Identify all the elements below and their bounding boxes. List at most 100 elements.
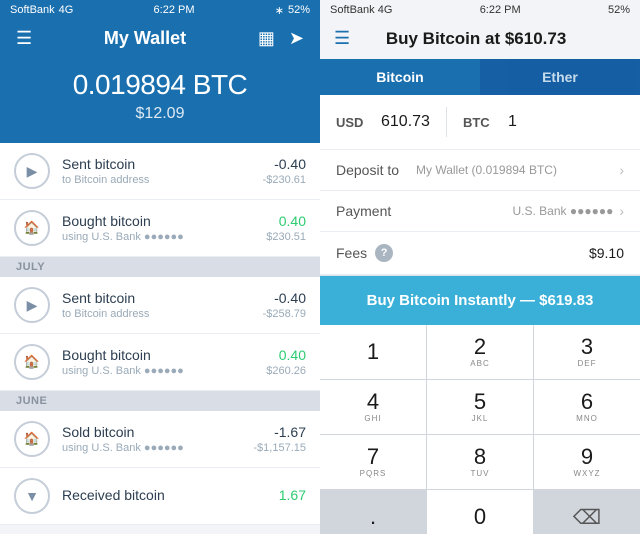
tx-amounts-sent-1: -0.40 -$230.61 bbox=[263, 156, 306, 186]
key-4[interactable]: 4 GHI bbox=[320, 380, 426, 434]
tab-ether[interactable]: Ether bbox=[480, 59, 640, 95]
fees-amount: $9.10 bbox=[589, 245, 624, 261]
left-panel: SoftBank 4G 6:22 PM ∗ 52% ☰ My Wallet ▦ … bbox=[0, 0, 320, 534]
transactions-list: ▶ Sent bitcoin to Bitcoin address -0.40 … bbox=[0, 143, 320, 534]
tx-btc: -0.40 bbox=[263, 156, 306, 172]
deposit-value: My Wallet (0.019894 BTC) bbox=[416, 163, 613, 177]
send-icon[interactable]: ➤ bbox=[289, 28, 304, 49]
tx-sold-icon: 🏠 bbox=[14, 421, 50, 457]
payment-row[interactable]: Payment U.S. Bank ●●●●●● › bbox=[320, 191, 640, 232]
key-5[interactable]: 5 JKL bbox=[427, 380, 533, 434]
tx-item-sold-1[interactable]: 🏠 Sold bitcoin using U.S. Bank ●●●●●● -1… bbox=[0, 411, 320, 468]
buy-bitcoin-title: Buy Bitcoin at $610.73 bbox=[350, 29, 602, 49]
fees-help-icon[interactable]: ? bbox=[375, 244, 393, 262]
right-status-bar: SoftBank 4G 6:22 PM 52% bbox=[320, 0, 640, 20]
tx-usd: -$258.79 bbox=[263, 308, 306, 320]
buy-button[interactable]: Buy Bitcoin Instantly — $619.83 bbox=[320, 276, 640, 325]
tx-details-received-1: Received bitcoin bbox=[62, 487, 267, 505]
tx-amounts-received-1: 1.67 bbox=[279, 487, 306, 505]
tx-amounts-sold-1: -1.67 -$1,157.15 bbox=[253, 424, 306, 454]
tx-title: Bought bitcoin bbox=[62, 213, 254, 229]
tx-usd: $230.51 bbox=[266, 231, 306, 243]
fees-row: Fees ? $9.10 bbox=[320, 232, 640, 275]
numpad: 1 2 ABC 3 DEF 4 GHI 5 JKL 6 MNO 7 PQRS 8 bbox=[320, 325, 640, 534]
balance-usd: $12.09 bbox=[0, 105, 320, 123]
btc-value[interactable]: 1 bbox=[508, 113, 517, 131]
section-june: June bbox=[0, 391, 320, 411]
tx-received-icon: ▼ bbox=[14, 478, 50, 514]
tx-item-bought-2[interactable]: 🏠 Bought bitcoin using U.S. Bank ●●●●●● … bbox=[0, 334, 320, 391]
buy-form: USD 610.73 BTC 1 Deposit to My Wallet (0… bbox=[320, 95, 640, 276]
tx-details-sold-1: Sold bitcoin using U.S. Bank ●●●●●● bbox=[62, 424, 241, 454]
right-header: ☰ Buy Bitcoin at $610.73 bbox=[320, 20, 640, 59]
tx-subtitle: to Bitcoin address bbox=[62, 174, 251, 186]
tx-bought-icon: 🏠 bbox=[14, 210, 50, 246]
right-status-right: 52% bbox=[608, 4, 630, 16]
key-8[interactable]: 8 TUV bbox=[427, 435, 533, 489]
tx-details-sent-1: Sent bitcoin to Bitcoin address bbox=[62, 156, 251, 186]
key-delete[interactable]: ⌫ bbox=[534, 490, 640, 534]
deposit-row[interactable]: Deposit to My Wallet (0.019894 BTC) › bbox=[320, 150, 640, 191]
right-status-left: SoftBank 4G bbox=[330, 4, 392, 16]
key-7[interactable]: 7 PQRS bbox=[320, 435, 426, 489]
tab-bar: Bitcoin Ether bbox=[320, 59, 640, 95]
payment-chevron-icon: › bbox=[619, 203, 624, 219]
key-2[interactable]: 2 ABC bbox=[427, 325, 533, 379]
tx-subtitle: using U.S. Bank ●●●●●● bbox=[62, 365, 254, 377]
tx-details-bought-2: Bought bitcoin using U.S. Bank ●●●●●● bbox=[62, 347, 254, 377]
qr-icon[interactable]: ▦ bbox=[258, 28, 275, 49]
tx-item-sent-2[interactable]: ▶ Sent bitcoin to Bitcoin address -0.40 … bbox=[0, 277, 320, 334]
key-9[interactable]: 9 WXYZ bbox=[534, 435, 640, 489]
menu-icon[interactable]: ☰ bbox=[16, 28, 32, 49]
tx-details-bought-1: Bought bitcoin using U.S. Bank ●●●●●● bbox=[62, 213, 254, 243]
tx-title: Sent bitcoin bbox=[62, 290, 251, 306]
tx-sent-icon: ▶ bbox=[14, 153, 50, 189]
key-3[interactable]: 3 DEF bbox=[534, 325, 640, 379]
divider bbox=[446, 107, 447, 137]
bluetooth-icon: ∗ bbox=[275, 4, 284, 17]
tx-usd: -$230.61 bbox=[263, 174, 306, 186]
btc-label: BTC bbox=[463, 115, 508, 130]
usd-value[interactable]: 610.73 bbox=[381, 113, 430, 131]
tx-btc: 1.67 bbox=[279, 487, 306, 503]
tx-btc: 0.40 bbox=[266, 213, 306, 229]
tx-btc: 0.40 bbox=[266, 347, 306, 363]
tx-usd: -$1,157.15 bbox=[253, 442, 306, 454]
fees-label: Fees bbox=[336, 245, 367, 261]
tx-subtitle: using U.S. Bank ●●●●●● bbox=[62, 442, 241, 454]
tx-title: Bought bitcoin bbox=[62, 347, 254, 363]
payment-value: U.S. Bank ●●●●●● bbox=[416, 204, 613, 218]
usd-label: USD bbox=[336, 115, 381, 130]
tab-bitcoin[interactable]: Bitcoin bbox=[320, 59, 480, 95]
deposit-label: Deposit to bbox=[336, 162, 416, 178]
deposit-chevron-icon: › bbox=[619, 162, 624, 178]
tx-btc: -1.67 bbox=[253, 424, 306, 440]
section-july: July bbox=[0, 257, 320, 277]
tx-item-received-1[interactable]: ▼ Received bitcoin 1.67 bbox=[0, 468, 320, 525]
tx-subtitle: to Bitcoin address bbox=[62, 308, 251, 320]
tx-usd: $260.26 bbox=[266, 365, 306, 377]
balance-btc: 0.019894 BTC bbox=[0, 69, 320, 101]
key-dot[interactable]: . bbox=[320, 490, 426, 534]
right-panel: SoftBank 4G 6:22 PM 52% ☰ Buy Bitcoin at… bbox=[320, 0, 640, 534]
key-1[interactable]: 1 bbox=[320, 325, 426, 379]
left-network: 4G bbox=[59, 4, 74, 16]
key-0[interactable]: 0 bbox=[427, 490, 533, 534]
tx-item-sent-1[interactable]: ▶ Sent bitcoin to Bitcoin address -0.40 … bbox=[0, 143, 320, 200]
delete-icon: ⌫ bbox=[573, 505, 601, 530]
tx-amounts-sent-2: -0.40 -$258.79 bbox=[263, 290, 306, 320]
tx-amounts-bought-2: 0.40 $260.26 bbox=[266, 347, 306, 377]
tx-item-bought-1[interactable]: 🏠 Bought bitcoin using U.S. Bank ●●●●●● … bbox=[0, 200, 320, 257]
left-status-left: SoftBank 4G bbox=[10, 4, 73, 16]
left-time: 6:22 PM bbox=[154, 4, 195, 16]
wallet-title: My Wallet bbox=[104, 28, 186, 49]
tx-bought-icon-2: 🏠 bbox=[14, 344, 50, 380]
key-6[interactable]: 6 MNO bbox=[534, 380, 640, 434]
left-carrier: SoftBank bbox=[10, 4, 55, 16]
right-menu-icon[interactable]: ☰ bbox=[334, 28, 350, 49]
right-carrier: SoftBank bbox=[330, 4, 375, 16]
left-battery: 52% bbox=[288, 4, 310, 16]
currency-row: USD 610.73 BTC 1 bbox=[320, 95, 640, 150]
payment-label: Payment bbox=[336, 203, 416, 219]
left-header: ☰ My Wallet ▦ ➤ bbox=[0, 20, 320, 59]
